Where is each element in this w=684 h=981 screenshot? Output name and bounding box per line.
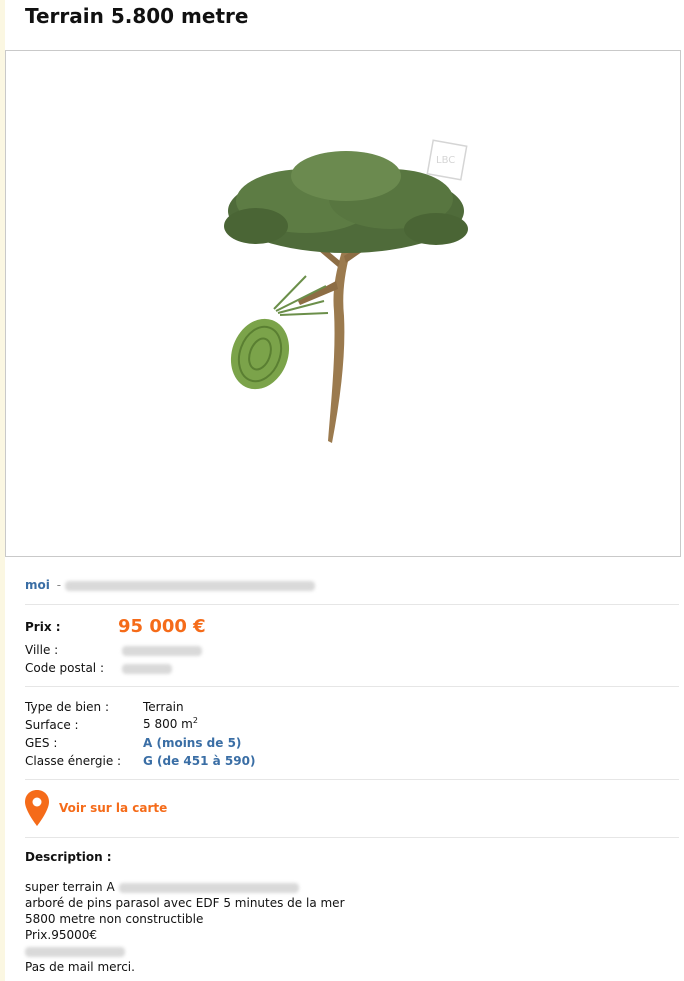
view-on-map-link[interactable]: Voir sur la carte	[25, 790, 167, 826]
energy-class-value-link[interactable]: G (de 451 à 590)	[143, 754, 255, 768]
map-pin-icon	[25, 790, 49, 826]
seller-separator: -	[56, 578, 62, 592]
property-type-value: Terrain	[143, 700, 184, 714]
price-label: Prix :	[25, 620, 61, 634]
seller-name-link[interactable]: moi	[25, 578, 50, 592]
surface-value: 5 800 m2	[143, 716, 198, 731]
listing-photo[interactable]: LBC	[5, 50, 681, 557]
ges-value-link[interactable]: A (moins de 5)	[143, 736, 241, 750]
divider	[25, 604, 679, 605]
ges-label: GES :	[25, 736, 58, 750]
view-on-map-label: Voir sur la carte	[59, 801, 168, 815]
svg-text:LBC: LBC	[436, 155, 455, 166]
description-title: Description :	[25, 850, 112, 864]
energy-class-label: Classe énergie :	[25, 754, 122, 768]
city-value-redacted	[122, 643, 202, 657]
divider	[25, 837, 679, 838]
description-line: 5800 metre non constructible	[25, 912, 204, 926]
redacted-text	[118, 882, 299, 893]
divider	[25, 779, 679, 780]
watermark-logo: LBC	[426, 139, 468, 181]
postal-code-label: Code postal :	[25, 661, 104, 675]
price-value: 95 000 €	[118, 616, 206, 637]
city-label: Ville :	[25, 643, 59, 657]
seller-line: moi -	[25, 578, 315, 592]
description-line: Pas de mail merci.	[25, 960, 135, 974]
postal-code-value-redacted	[122, 661, 172, 675]
surface-label: Surface :	[25, 718, 79, 732]
divider	[25, 686, 679, 687]
property-type-label: Type de bien :	[25, 700, 109, 714]
description-line-redacted	[25, 944, 125, 958]
description-line: arboré de pins parasol avec EDF 5 minute…	[25, 896, 345, 910]
page-title: Terrain 5.800 metre	[25, 4, 249, 28]
description-line: super terrain A	[25, 880, 299, 894]
description-line: Prix.95000€	[25, 928, 98, 942]
pine-tree-illustration: LBC	[224, 139, 468, 443]
redacted-seller-info	[64, 580, 315, 591]
